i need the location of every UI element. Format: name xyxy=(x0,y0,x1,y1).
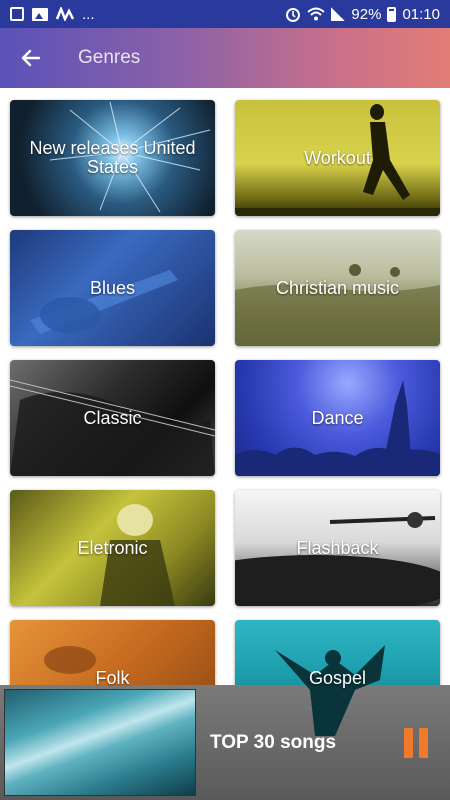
app-bar: Genres xyxy=(0,28,450,88)
genre-label: Blues xyxy=(89,277,136,298)
genre-tile-new-releases[interactable]: New releases United States xyxy=(10,100,215,216)
genre-label: Gospel xyxy=(308,667,367,688)
notification-icons: ... xyxy=(10,6,95,23)
genre-tile-classic[interactable]: Classic xyxy=(10,360,215,476)
genre-label: Christian music xyxy=(275,277,400,298)
genre-label: Flashback xyxy=(296,537,379,558)
genre-label: New releases United States xyxy=(29,138,196,177)
app-notification-icon xyxy=(10,7,24,21)
system-icons: 92% 01:10 xyxy=(285,6,440,23)
genre-tile-dance[interactable]: Dance xyxy=(235,360,440,476)
genre-label: Classic xyxy=(83,407,142,428)
status-bar: ... 92% 01:10 xyxy=(0,0,450,28)
signal-icon xyxy=(331,7,346,21)
battery-icon xyxy=(387,6,397,22)
arrow-left-icon xyxy=(21,49,40,67)
genre-label: Workout xyxy=(304,147,371,168)
genre-tile-flashback[interactable]: Flashback xyxy=(235,490,440,606)
page-title: Genres xyxy=(78,47,141,68)
genre-label: Dance xyxy=(311,407,364,428)
alarm-icon xyxy=(286,8,301,22)
genre-tile-gospel[interactable]: Gospel xyxy=(235,620,440,736)
genre-grid: New releases United States Workout Blues… xyxy=(10,100,440,736)
back-button[interactable] xyxy=(0,28,60,88)
genre-tile-folk[interactable]: Folk xyxy=(10,620,215,736)
battery-percent: 92% xyxy=(351,5,382,23)
waveform-notification-icon xyxy=(56,7,74,21)
genre-label: Eletronic xyxy=(77,537,148,558)
clock: 01:10 xyxy=(402,5,440,23)
more-notifications-text: ... xyxy=(82,5,95,23)
genre-tile-christian-music[interactable]: Christian music xyxy=(235,230,440,346)
genre-label: Folk xyxy=(95,667,130,688)
genre-tile-blues[interactable]: Blues xyxy=(10,230,215,346)
wifi-icon xyxy=(307,7,326,21)
genre-tile-workout[interactable]: Workout xyxy=(235,100,440,216)
genre-tile-eletronic[interactable]: Eletronic xyxy=(10,490,215,606)
image-notification-icon xyxy=(32,7,48,21)
